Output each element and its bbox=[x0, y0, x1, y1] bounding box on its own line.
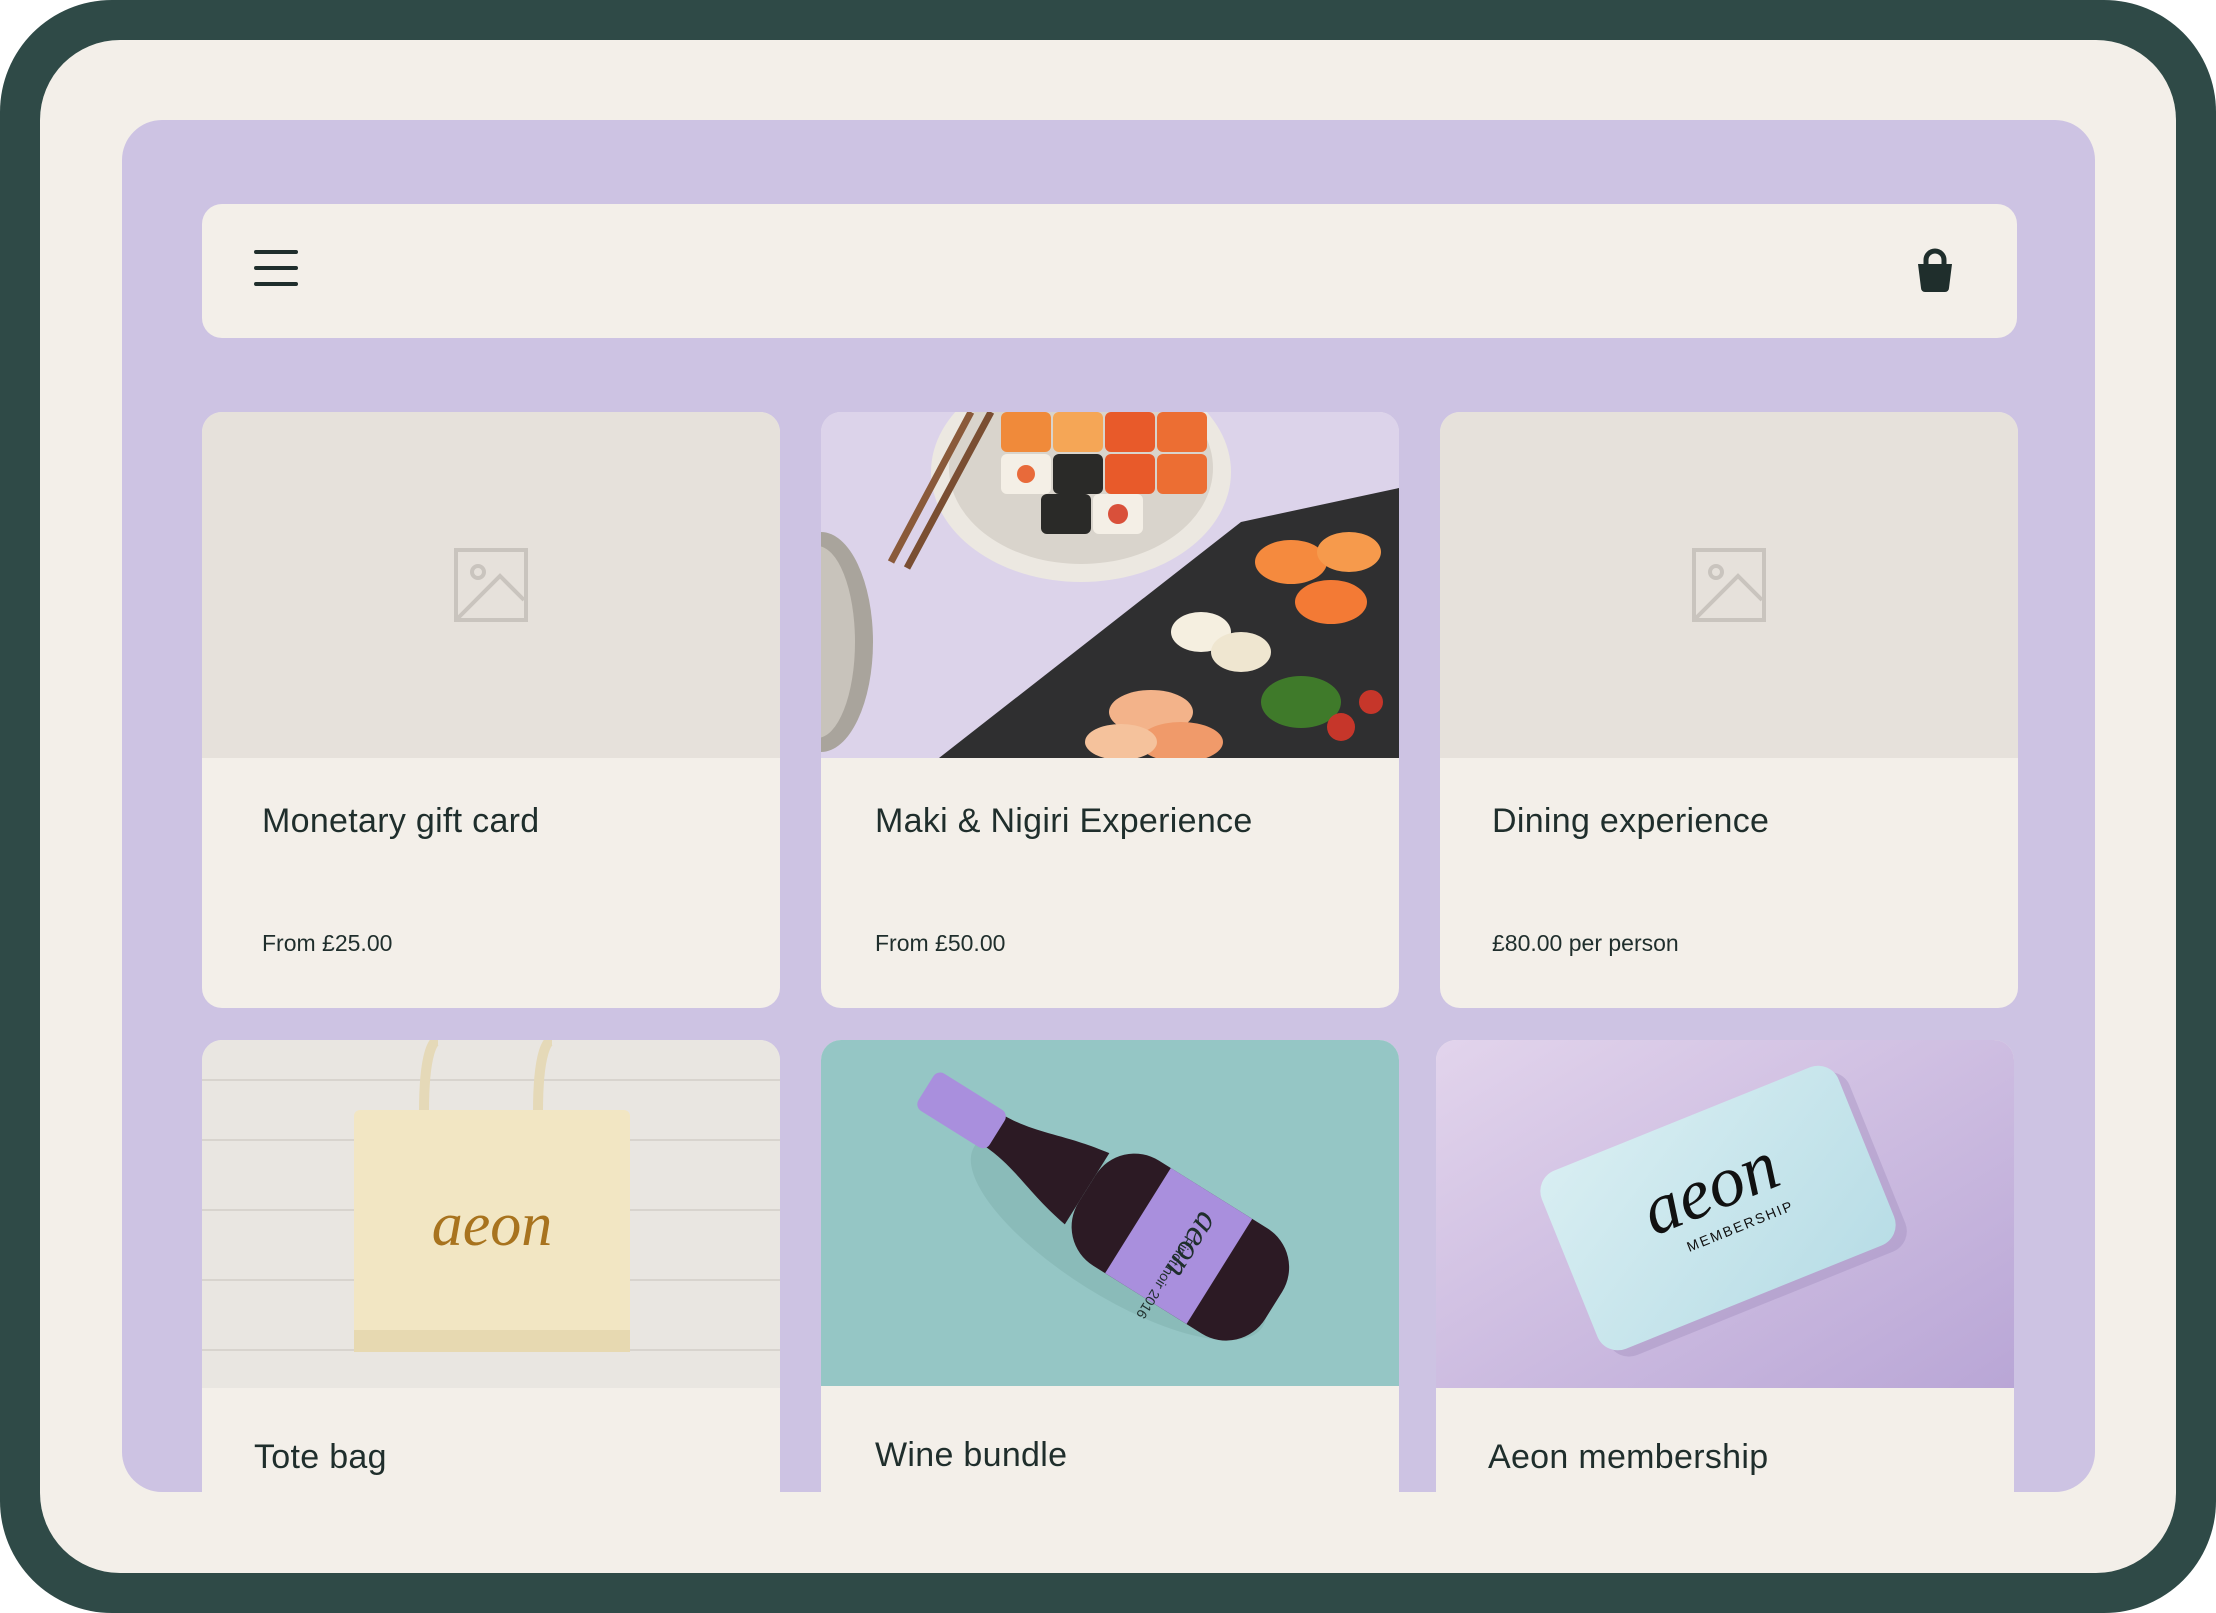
top-bar bbox=[202, 204, 2017, 338]
tote-bag-photo: aeon bbox=[202, 1040, 780, 1388]
product-card-aeon-membership[interactable]: aeon MEMBERSHIP Aeon membership bbox=[1436, 1040, 2014, 1492]
product-title: Wine bundle bbox=[875, 1436, 1068, 1474]
product-image-placeholder bbox=[202, 412, 780, 758]
screen: Monetary gift card From £25.00 Maki & Ni… bbox=[40, 40, 2176, 1573]
product-price: From £25.00 bbox=[262, 930, 393, 956]
product-title: Monetary gift card bbox=[262, 802, 540, 840]
image-placeholder-icon bbox=[1692, 548, 1766, 622]
product-title: Aeon membership bbox=[1488, 1438, 1769, 1476]
shop-panel: Monetary gift card From £25.00 Maki & Ni… bbox=[122, 120, 2095, 1492]
device-frame: Monetary gift card From £25.00 Maki & Ni… bbox=[0, 0, 2216, 1613]
product-title: Maki & Nigiri Experience bbox=[875, 802, 1253, 840]
product-title: Dining experience bbox=[1492, 802, 1770, 840]
image-placeholder-icon bbox=[454, 548, 528, 622]
product-card-tote-bag[interactable]: aeon Tote bag bbox=[202, 1040, 780, 1492]
product-card-wine-bundle[interactable]: aeon Pinot noir 2016 Wine bundle bbox=[821, 1040, 1399, 1492]
product-image-placeholder bbox=[1440, 412, 2018, 758]
product-card-maki-nigiri[interactable]: Maki & Nigiri Experience From £50.00 bbox=[821, 412, 1399, 1008]
hamburger-menu-icon[interactable] bbox=[254, 250, 298, 286]
wine-bottle-photo: aeon Pinot noir 2016 bbox=[821, 1040, 1399, 1386]
product-price: From £50.00 bbox=[875, 930, 1006, 956]
sushi-photo bbox=[821, 412, 1399, 758]
product-title: Tote bag bbox=[254, 1438, 387, 1476]
membership-card-photo: aeon MEMBERSHIP bbox=[1436, 1040, 2014, 1388]
shopping-basket-icon[interactable] bbox=[1915, 248, 1955, 292]
product-card-monetary-gift-card[interactable]: Monetary gift card From £25.00 bbox=[202, 412, 780, 1008]
product-card-dining-experience[interactable]: Dining experience £80.00 per person bbox=[1440, 412, 2018, 1008]
tote-logo-text: aeon bbox=[432, 1191, 553, 1259]
product-price: £80.00 per person bbox=[1492, 930, 1679, 956]
